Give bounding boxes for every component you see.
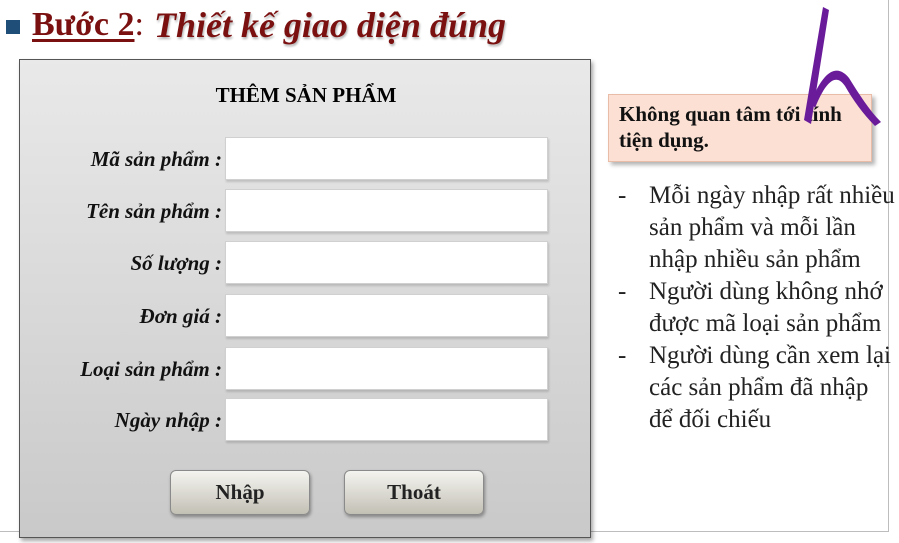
product-type-label: Loại sản phẩm : — [80, 357, 222, 381]
quantity-input[interactable] — [225, 241, 548, 284]
import-date-input[interactable] — [225, 398, 548, 441]
list-item: - Người dùng không nhớ được mã loại sản … — [616, 276, 896, 340]
note-text: Mỗi ngày nhập rất nhiều sản phẩm và mỗi … — [649, 182, 895, 273]
dash-bullet: - — [618, 342, 627, 369]
product-type-input[interactable] — [225, 347, 548, 390]
list-item: - Người dùng cần xem lại các sản phẩm đã… — [616, 340, 896, 436]
slide-heading: Bước 2 : Thiết kế giao diện đúng — [6, 2, 506, 48]
unit-price-label: Đơn giá : — [139, 304, 222, 328]
product-code-input[interactable] — [225, 137, 548, 180]
import-date-label: Ngày nhập : — [114, 408, 222, 432]
heading-title: Thiết kế giao diện đúng — [153, 5, 506, 45]
add-product-form: THÊM SẢN PHẨM Mã sản phẩm : Tên sản phẩm… — [19, 59, 591, 538]
notes-list: - Mỗi ngày nhập rất nhiều sản phẩm và mỗ… — [616, 180, 896, 436]
form-title: THÊM SẢN PHẨM — [215, 83, 397, 107]
heading-step: Bước 2 — [32, 6, 135, 43]
dash-bullet: - — [618, 278, 627, 305]
exit-button[interactable]: Thoát — [344, 470, 484, 515]
quantity-label: Số lượng : — [130, 251, 222, 275]
unit-price-input[interactable] — [225, 294, 548, 337]
note-text: Người dùng không nhớ được mã loại sản ph… — [649, 278, 883, 337]
product-name-input[interactable] — [225, 189, 548, 232]
product-code-label: Mã sản phẩm : — [90, 147, 222, 171]
submit-button[interactable]: Nhập — [170, 470, 310, 515]
heading-colon: : — [134, 6, 144, 43]
square-bullet-icon — [6, 20, 20, 34]
product-name-label: Tên sản phẩm : — [86, 199, 222, 223]
h-logo-mark — [804, 7, 881, 126]
list-item: - Mỗi ngày nhập rất nhiều sản phẩm và mỗ… — [616, 180, 896, 276]
note-text: Người dùng cần xem lại các sản phẩm đã n… — [649, 342, 891, 433]
dash-bullet: - — [618, 182, 627, 209]
